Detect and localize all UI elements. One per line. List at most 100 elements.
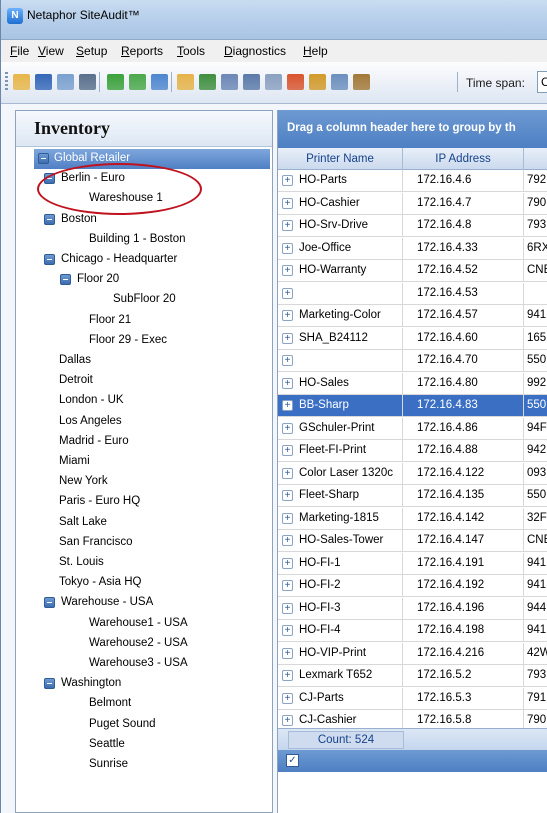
row-expand-icon[interactable]: + — [282, 647, 293, 659]
tree-node[interactable]: St. Louis — [16, 553, 272, 573]
row-expand-icon[interactable]: + — [282, 332, 293, 344]
timespan-select[interactable]: C — [537, 71, 547, 93]
clock-icon[interactable] — [287, 74, 304, 90]
card-icon[interactable] — [221, 74, 238, 90]
tree-node[interactable]: London - UK — [16, 391, 272, 411]
tree-node[interactable]: Belmont — [16, 694, 272, 714]
row-expand-icon[interactable]: + — [282, 400, 293, 411]
tree-node[interactable]: Paris - Euro HQ — [16, 492, 272, 512]
table-row[interactable]: + Joe-Office 172.16.4.336RX — [278, 237, 547, 260]
row-expand-icon[interactable]: + — [282, 422, 293, 434]
tree-node[interactable]: Miami — [16, 452, 272, 472]
copy-icon[interactable] — [265, 74, 282, 90]
group-by-bar[interactable]: Drag a column header here to group by th — [278, 110, 547, 148]
menu-diagnostics[interactable]: Diagnostics — [224, 44, 286, 58]
tree-node[interactable]: Warehouse - USA — [16, 593, 272, 613]
tree-node[interactable]: Floor 21 — [16, 311, 272, 331]
edit-icon[interactable] — [151, 74, 168, 90]
network-icon[interactable] — [243, 74, 260, 90]
row-expand-icon[interactable]: + — [282, 512, 293, 524]
table-row[interactable]: + GSchuler-Print 172.16.4.86 94F — [278, 417, 547, 440]
tree-node[interactable]: San Francisco — [16, 533, 272, 553]
report-icon[interactable] — [331, 74, 348, 90]
folder-arrow-icon[interactable] — [177, 74, 194, 90]
tree-node[interactable]: New York — [16, 472, 272, 492]
menu-reports[interactable]: Reports — [121, 44, 163, 58]
row-expand-icon[interactable]: + — [282, 377, 293, 389]
tree-node[interactable]: Building 1 - Boston — [16, 230, 272, 250]
tree-node[interactable]: Warehouse1 - USA — [16, 614, 272, 634]
tree-node[interactable]: Sunrise — [16, 755, 272, 775]
table-row[interactable]: + HO-Parts 172.16.4.6 792 — [278, 170, 547, 192]
tree-collapse-icon[interactable] — [44, 254, 55, 265]
refresh-icon[interactable] — [107, 74, 124, 90]
table-row[interactable]: + HO-Sales-Tower 172.16.4.147CNE — [278, 530, 547, 552]
column-header-printer-name[interactable]: Printer Name — [278, 148, 403, 170]
tree-node[interactable]: Warehouse3 - USA — [16, 654, 272, 674]
chart-icon[interactable] — [199, 74, 216, 90]
table-row[interactable]: + Fleet-Sharp 172.16.4.135 550 — [278, 485, 547, 507]
column-header-extra[interactable] — [524, 148, 547, 170]
tree-collapse-icon[interactable] — [38, 153, 49, 164]
row-expand-icon[interactable]: + — [282, 287, 293, 299]
row-expand-icon[interactable]: + — [282, 265, 293, 276]
menu-setup[interactable]: Setup — [76, 44, 107, 58]
row-expand-icon[interactable]: + — [282, 175, 293, 186]
table-row[interactable]: + CJ-Parts 172.16.5.3 791 — [278, 687, 547, 710]
table-row[interactable]: + HO-FI-4 172.16.4.198 941 — [278, 620, 547, 642]
move-icon[interactable] — [309, 74, 326, 90]
box-icon[interactable] — [353, 74, 370, 90]
print-icon[interactable] — [79, 74, 96, 90]
menu-help[interactable]: Help — [303, 44, 328, 58]
row-expand-icon[interactable]: + — [282, 467, 293, 479]
table-row[interactable]: +172.16.4.70 550 — [278, 350, 547, 372]
tree-node[interactable]: Seattle — [16, 735, 272, 755]
menu-view[interactable]: View — [38, 44, 64, 58]
column-header-ip-address[interactable]: IP Address — [403, 148, 524, 170]
table-row[interactable]: + Lexmark T652 172.16.5.2 793 — [278, 665, 547, 687]
tree-collapse-icon[interactable] — [44, 213, 55, 225]
filter-enable-checkbox[interactable]: ✓ — [286, 754, 299, 767]
row-expand-icon[interactable]: + — [282, 242, 293, 254]
table-row[interactable]: + SHA_B24112 172.16.4.60 165 — [278, 327, 547, 350]
row-expand-icon[interactable]: + — [282, 715, 293, 726]
row-expand-icon[interactable]: + — [282, 580, 293, 591]
open-folder-icon[interactable] — [13, 74, 30, 90]
table-row[interactable]: + Color Laser 1320c 172.16.4.122 093 — [278, 462, 547, 485]
menu-tools[interactable]: Tools — [177, 44, 205, 58]
tree-node[interactable]: SubFloor 20 — [16, 290, 272, 310]
row-expand-icon[interactable]: + — [282, 490, 293, 501]
tree-node[interactable]: Floor 20 — [16, 270, 272, 290]
tree-node[interactable]: Los Angeles — [16, 412, 272, 432]
save-icon[interactable] — [35, 74, 52, 90]
tree-collapse-icon[interactable] — [44, 597, 55, 609]
toolbar-grip[interactable] — [5, 72, 8, 92]
table-row[interactable]: + HO-VIP-Print 172.16.4.21642W — [278, 642, 547, 665]
table-row[interactable]: + Fleet-FI-Print 172.16.4.88 942 — [278, 440, 547, 462]
row-expand-icon[interactable]: + — [282, 197, 293, 209]
menu-file[interactable]: File — [10, 44, 29, 58]
row-expand-icon[interactable]: + — [282, 557, 293, 569]
tree-collapse-icon[interactable] — [60, 274, 71, 286]
tree-node[interactable]: Tokyo - Asia HQ — [16, 573, 272, 593]
row-expand-icon[interactable]: + — [282, 535, 293, 546]
tree-node[interactable]: Warehouse2 - USA — [16, 634, 272, 654]
row-expand-icon[interactable]: + — [282, 310, 293, 321]
tree-node[interactable]: Floor 29 - Exec — [16, 331, 272, 351]
table-row[interactable]: + HO-Cashier 172.16.4.7 790 — [278, 192, 547, 215]
table-row[interactable]: + HO-FI-1 172.16.4.191 941 — [278, 552, 547, 575]
print-preview-icon[interactable] — [57, 74, 74, 90]
table-row[interactable]: + HO-FI-2 172.16.4.192 941 — [278, 575, 547, 597]
tree-node[interactable]: Dallas — [16, 351, 272, 371]
table-row[interactable]: +172.16.4.53 — [278, 282, 547, 305]
row-expand-icon[interactable]: + — [282, 692, 293, 704]
table-row[interactable]: + HO-Sales 172.16.4.80 992 — [278, 372, 547, 395]
row-expand-icon[interactable]: + — [282, 670, 293, 681]
table-row[interactable]: + Marketing-Color 172.16.4.57 941 — [278, 305, 547, 327]
table-row[interactable]: + HO-Warranty 172.16.4.52CNE — [278, 260, 547, 282]
table-row[interactable]: + Marketing-1815 172.16.4.142 32F — [278, 507, 547, 530]
tree-node[interactable]: Washington — [16, 674, 272, 694]
table-row[interactable]: + BB-Sharp 172.16.4.83 550 — [278, 395, 547, 417]
table-row[interactable]: + HO-FI-3 172.16.4.196 944 — [278, 597, 547, 620]
row-expand-icon[interactable]: + — [282, 220, 293, 231]
